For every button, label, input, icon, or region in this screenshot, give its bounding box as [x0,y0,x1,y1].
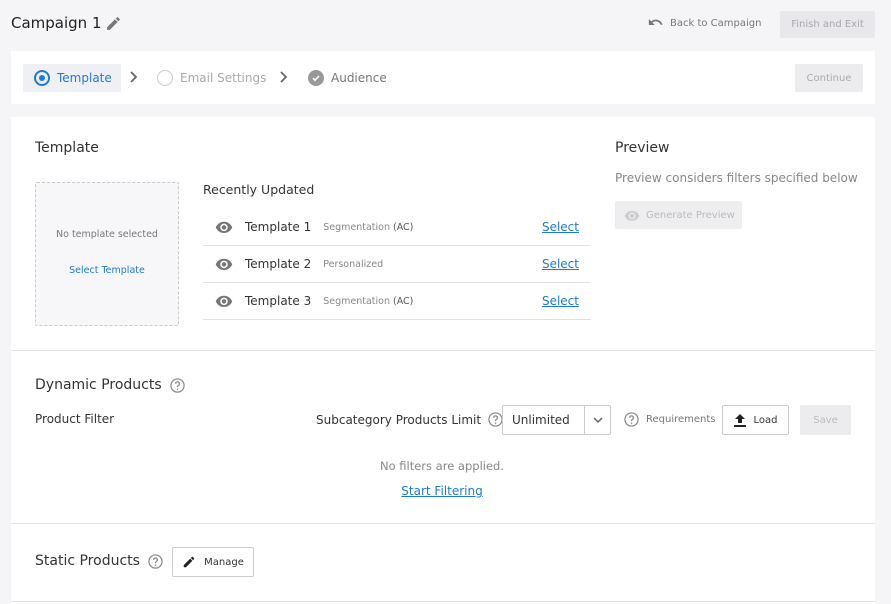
divider [11,350,875,351]
load-label: Load [753,414,778,426]
chevron-down-icon [584,406,610,434]
template-name: Template 1 [245,220,312,234]
eye-icon[interactable] [215,221,233,233]
help-icon [624,412,639,427]
template-section-title: Template [35,140,99,156]
select-link[interactable]: Select [542,294,579,308]
limit-label-text: Subcategory Products Limit [316,412,482,427]
step-email-settings[interactable]: Email Settings [157,64,266,92]
step-label: Email Settings [180,71,267,85]
continue-button[interactable]: Continue [795,64,863,92]
steps-bar: Template Email Settings Audience Continu… [11,51,875,104]
divider [11,601,875,602]
template-row: Template 3 Segmentation (AC) Select [203,283,591,320]
select-link[interactable]: Select [542,220,579,234]
limit-dropdown[interactable]: Unlimited [502,405,611,435]
start-filtering-link[interactable]: Start Filtering [401,484,482,498]
load-button[interactable]: Load [722,405,789,435]
eye-icon [624,210,640,221]
finish-and-exit-button[interactable]: Finish and Exit [780,11,875,38]
divider [11,523,875,524]
step-audience[interactable]: Audience [308,64,387,92]
recently-updated-title: Recently Updated [203,182,315,197]
main-card: Template No template selected Select Tem… [11,117,875,604]
product-filter-label: Product Filter [35,412,115,426]
chevron-right-icon [130,71,138,83]
campaign-title: Campaign 1 [11,14,102,32]
radio-active-icon [34,70,50,86]
dynamic-products-title: Dynamic Products [35,377,185,393]
step-label: Audience [331,71,387,85]
eye-icon[interactable] [215,258,233,270]
static-products-title: Static Products [35,553,163,569]
eye-icon[interactable] [215,295,233,307]
template-name: Template 2 [245,257,312,271]
template-row: Template 1 Segmentation (AC) Select [203,209,591,246]
dynamic-products-label: Dynamic Products [35,377,162,393]
static-products-label: Static Products [35,553,140,569]
template-tag-extra: (AC) [393,295,414,307]
generate-preview-label: Generate Preview [646,209,735,221]
manage-button[interactable]: Manage [172,547,254,577]
save-button[interactable]: Save [800,405,851,435]
help-icon[interactable] [488,412,503,427]
radio-empty-icon [157,70,173,86]
help-icon[interactable] [148,553,163,569]
template-tag: Segmentation [323,295,390,307]
preview-title: Preview [615,140,670,156]
step-template[interactable]: Template [23,64,121,92]
requirements-label: Requirements [646,414,716,425]
limit-value: Unlimited [512,413,570,427]
chevron-right-icon [280,71,288,83]
select-template-link[interactable]: Select Template [36,265,178,276]
template-row: Template 2 Personalized Select [203,246,591,283]
back-to-campaign-link[interactable]: Back to Campaign [647,17,761,29]
undo-icon [648,19,663,25]
step-label: Template [57,71,112,85]
template-tag-extra: (AC) [393,221,414,233]
template-placeholder: No template selected Select Template [35,182,179,326]
pencil-icon [183,556,195,568]
subcategory-limit-label: Subcategory Products Limit [316,412,503,427]
preview-subtitle: Preview considers filters specified belo… [615,171,858,185]
template-tag: Personalized [323,258,384,270]
check-circle-icon [308,70,324,86]
generate-preview-button[interactable]: Generate Preview [615,201,742,229]
select-link[interactable]: Select [542,257,579,271]
pencil-icon[interactable] [105,15,122,32]
template-tag: Segmentation [323,221,390,233]
manage-label: Manage [204,556,244,568]
no-template-text: No template selected [56,229,158,240]
back-label: Back to Campaign [670,17,762,29]
no-filters-text: No filters are applied. [379,459,504,473]
upload-icon [733,413,746,427]
requirements-link[interactable]: Requirements [624,412,716,427]
template-name: Template 3 [245,294,312,308]
help-icon[interactable] [169,377,185,393]
start-filtering-wrap: Start Filtering [11,484,873,498]
